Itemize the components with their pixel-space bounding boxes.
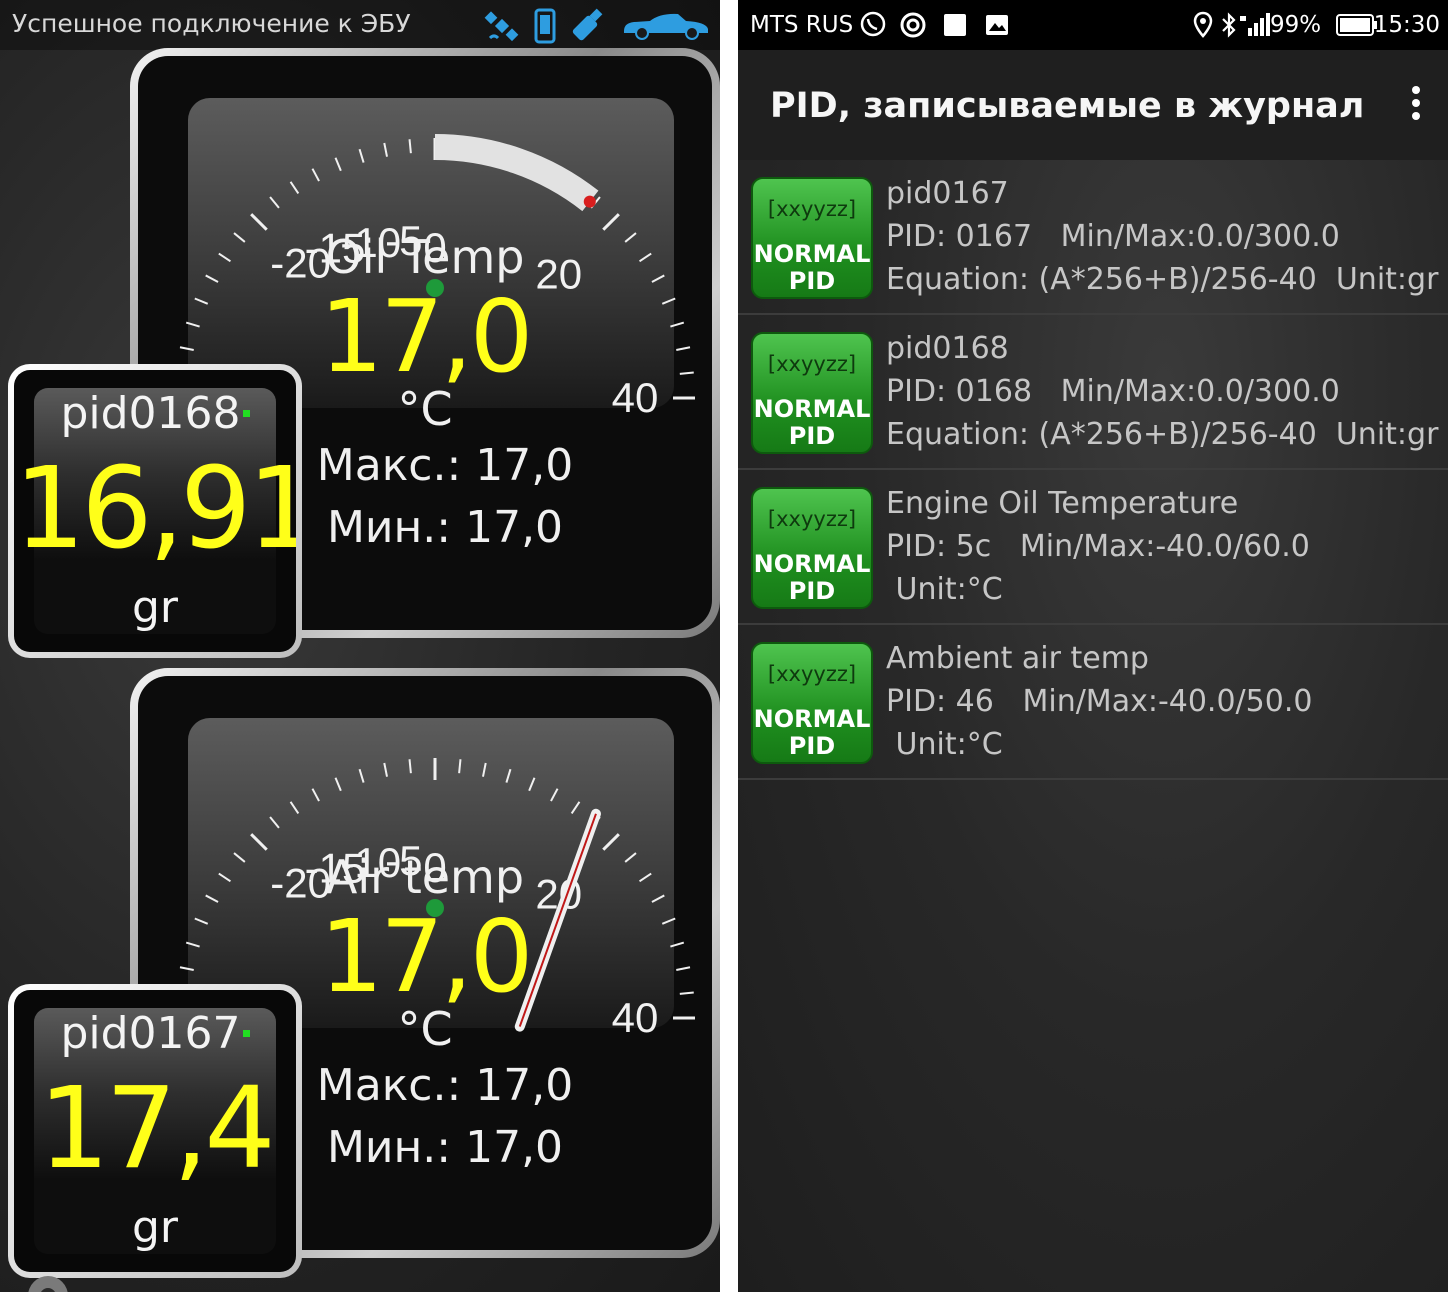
pid-log-screen: MTS RUS 99% 15:30 PID, записываемые в жу… [738,0,1448,1292]
overflow-menu-icon[interactable] [1412,86,1422,122]
pid-equation: Equation: (A*256+B)/256-40 Unit:gr [886,417,1439,452]
pid-list-item[interactable]: [xxyyzz] NORMAL PID pid0168 PID: 0168 Min/Ma… [738,315,1448,470]
clock: 15:30 [1373,12,1440,38]
scale-tick [358,768,365,783]
pid-minmax: Min/Max:0.0/300.0 [1060,374,1340,409]
dashboard-screen: Успешное подключение к ЭБУ -20 -15 -10 -… [0,0,720,1292]
pid-minmax: Min/Max:-40.0/60.0 [1019,529,1310,564]
gauge-arc-needle [435,134,599,212]
adapter-icon [572,8,603,41]
pid-list-item[interactable]: [xxyyzz] NORMAL PID pid0167 PID: 0167 Min/Ma… [738,160,1448,315]
gauge-title: Air temp [325,850,525,904]
scale-tick [289,181,300,195]
page-title: PID, записываемые в журнал [770,86,1365,126]
signal-icon [1240,13,1270,36]
badge-pattern: [xxyyzz] [767,197,857,221]
satellite-icon [484,11,519,42]
viber-icon [860,11,886,37]
scale-tick [269,816,280,829]
scale-tick [458,759,462,774]
gauge-title: Oil Temp [325,230,525,284]
car-icon [624,13,708,40]
at-sign-icon [900,12,926,38]
scale-tick [334,777,342,792]
scale-tick [289,801,300,815]
scale-tick [528,777,536,792]
pid-list-item[interactable]: [xxyyzz] NORMAL PID Engine Oil Temperature P… [738,470,1448,625]
pid-minmax: Min/Max:0.0/300.0 [1060,219,1340,254]
pid-code: PID: 46 [886,684,994,719]
pid-name: pid0168 [886,331,1009,366]
scale-tick [550,788,559,802]
pid-code: PID: 5c [886,529,992,564]
scale-tick [505,768,512,783]
badge-label-2: PID [788,577,836,605]
system-status-bar: MTS RUS 99% 15:30 [738,0,1448,50]
pid-list-item[interactable]: [xxyyzz] NORMAL PID Ambient air temp PID: 46… [738,625,1448,780]
pid-minmax: Min/Max:-40.0/50.0 [1022,684,1313,719]
badge-label-2: PID [788,732,836,760]
pid-code: PID: 0167 [886,219,1033,254]
notification-square-icon [944,14,966,36]
pid-name: Engine Oil Temperature [886,486,1239,521]
needle-tip [583,195,596,208]
status-icons [484,6,712,46]
settings-gear-icon[interactable] [18,1266,78,1292]
pid-code: PID: 0168 [886,374,1033,409]
scale-tick [358,148,365,163]
tile-indicator [242,410,250,417]
normal-pid-badge-icon: [xxyyzz] NORMAL PID [751,177,873,299]
badge-label-1: NORMAL [753,240,871,268]
scale-tick [383,762,388,777]
pid0168-tile[interactable]: pid0168 16,91 gr [8,364,302,658]
battery-percent: 99% [1270,12,1322,38]
scale-tick [250,213,268,231]
scale-tick [383,142,388,157]
location-icon [1193,11,1213,38]
badge-label-1: NORMAL [753,550,871,578]
badge-label-2: PID [788,267,836,295]
badge-pattern: [xxyyzz] [767,662,857,686]
normal-pid-badge-icon: [xxyyzz] NORMAL PID [751,487,873,609]
scale-tick [250,833,268,851]
pid0167-tile[interactable]: pid0167 17,4 gr [8,984,302,1278]
tile-indicator [242,1030,250,1037]
scale-tick [334,157,342,172]
badge-pattern: [xxyyzz] [767,352,857,376]
tile-value: 17,4 [38,1064,275,1194]
scale-tick [408,759,412,774]
tile-unit: gr [131,582,179,633]
scale-tick [311,168,320,182]
connection-status-bar: Успешное подключение к ЭБУ [0,0,720,50]
pid-name: Ambient air temp [886,641,1149,676]
tile-name: pid0167 [60,1008,241,1059]
scale-tick [482,762,487,777]
badge-label-2: PID [788,422,836,450]
badge-label-1: NORMAL [753,395,871,423]
connection-status-text: Успешное подключение к ЭБУ [12,9,411,38]
scale-tick [602,833,620,851]
image-icon [986,15,1008,35]
pid-equation: Unit:°C [886,727,1003,762]
scale-tick [269,196,280,209]
normal-pid-badge-icon: [xxyyzz] NORMAL PID [751,332,873,454]
carrier-name: MTS RUS [750,12,854,38]
pid-name: pid0167 [886,176,1009,211]
tile-value: 16,91 [14,444,296,574]
app-toolbar: PID, записываемые в журнал [738,50,1448,160]
tile-unit: gr [131,1202,179,1253]
badge-pattern: [xxyyzz] [767,507,857,531]
pid-equation: Unit:°C [886,572,1003,607]
battery-icon [1336,14,1377,36]
phone-icon [534,8,556,44]
scale-tick [570,801,581,815]
scale-tick [408,139,412,154]
pid-equation: Equation: (A*256+B)/256-40 Unit:gr [886,262,1439,297]
badge-label-1: NORMAL [753,705,871,733]
tile-name: pid0168 [60,388,241,439]
scale-tick [602,213,620,231]
bluetooth-icon [1222,12,1236,38]
scale-tick [311,788,320,802]
normal-pid-badge-icon: [xxyyzz] NORMAL PID [751,642,873,764]
